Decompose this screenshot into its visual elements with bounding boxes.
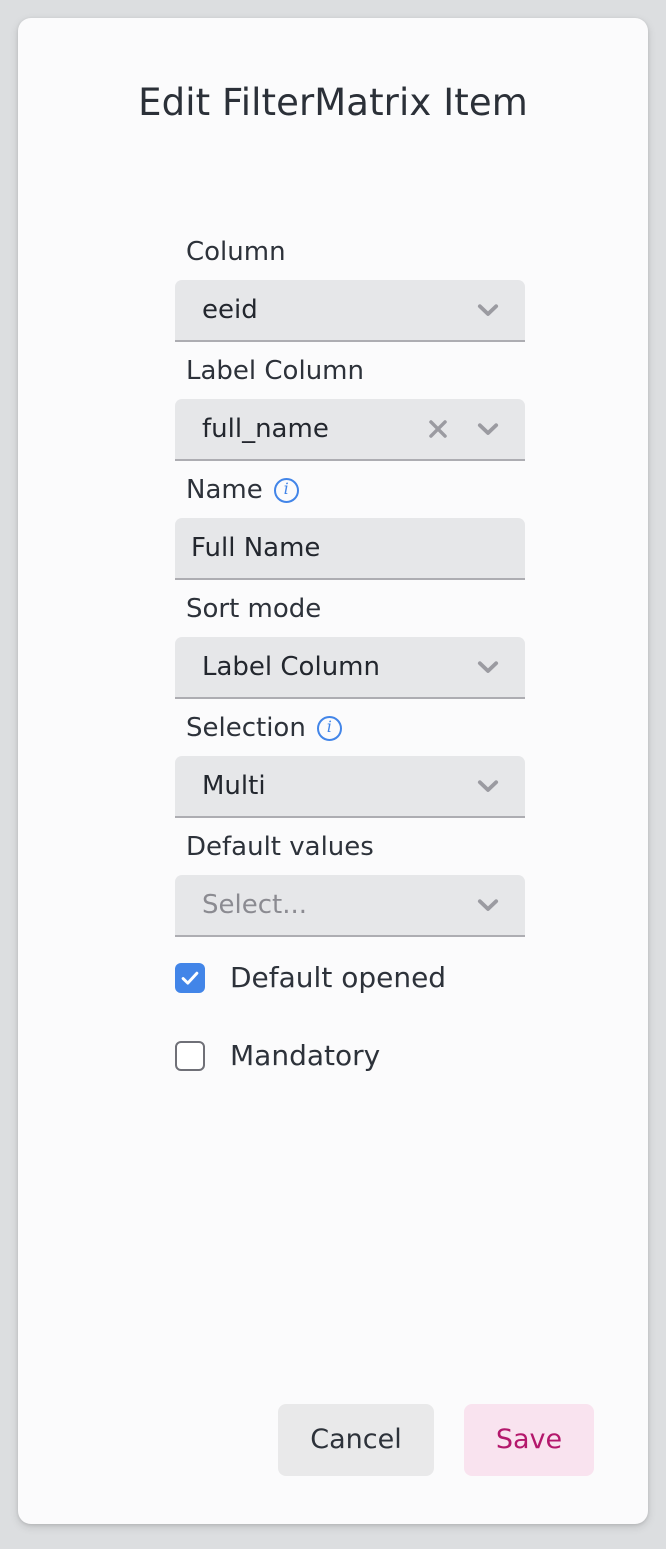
select-sort-mode[interactable]: Label Column [175, 637, 525, 699]
filtermatrix-form: Column eeid Label Column full_name Name i Full… [157, 236, 527, 1084]
field-label-column: Label Column full_name [157, 355, 527, 461]
text-input-name[interactable]: Full Name [175, 518, 525, 580]
select-default-values[interactable]: Select... [175, 875, 525, 937]
chevron-down-icon [477, 780, 499, 792]
field-column: Column eeid [157, 236, 527, 342]
info-icon[interactable]: i [316, 715, 342, 741]
info-icon-glyph: i [326, 717, 332, 736]
info-icon-glyph: i [283, 479, 289, 498]
info-icon[interactable]: i [273, 477, 299, 503]
label-text: Name [186, 475, 263, 505]
field-label-label-column: Label Column [157, 355, 527, 387]
label-text: Sort mode [186, 594, 322, 624]
save-button[interactable]: Save [464, 1404, 594, 1476]
field-value: Multi [202, 771, 266, 801]
select-selection[interactable]: Multi [175, 756, 525, 818]
chevron-down-icon [477, 661, 499, 673]
cancel-button[interactable]: Cancel [278, 1404, 434, 1476]
field-label-column: Column [157, 236, 527, 268]
field-value: Label Column [202, 652, 380, 682]
checkbox-unchecked-icon[interactable] [175, 1041, 205, 1071]
select-column[interactable]: eeid [175, 280, 525, 342]
field-value: full_name [202, 414, 329, 444]
checkbox-mandatory[interactable]: Mandatory [175, 1028, 527, 1084]
field-label-default-values: Default values [157, 831, 527, 863]
label-text: Default values [186, 832, 374, 862]
checkbox-default-opened[interactable]: Default opened [175, 950, 527, 1006]
select-placeholder: Select... [202, 890, 308, 920]
dialog-actions: Cancel Save [18, 1404, 648, 1476]
field-default-values: Default values Select... [157, 831, 527, 937]
edit-filtermatrix-item-dialog: Edit FilterMatrix Item Column eeid Label C… [18, 18, 648, 1524]
field-label-selection: Selection i [157, 712, 527, 744]
select-adornments [473, 890, 525, 920]
checkbox-label: Default opened [230, 961, 447, 994]
field-selection: Selection i Multi [157, 712, 527, 818]
select-adornments [473, 771, 525, 801]
label-text: Label Column [186, 356, 364, 386]
select-adornments [473, 295, 525, 325]
check-icon [181, 971, 199, 985]
chevron-down-icon [477, 304, 499, 316]
label-text: Selection [186, 713, 306, 743]
dialog-title: Edit FilterMatrix Item [138, 81, 528, 124]
checkbox-label: Mandatory [230, 1039, 381, 1072]
field-name: Name i Full Name [157, 474, 527, 580]
label-text: Column [186, 237, 286, 267]
checkbox-checked-icon[interactable] [175, 963, 205, 993]
field-label-sort-mode: Sort mode [157, 593, 527, 625]
field-value: Full Name [191, 533, 321, 563]
select-adornments [473, 652, 525, 682]
field-value: eeid [202, 295, 258, 325]
field-label-name: Name i [157, 474, 527, 506]
select-label-column[interactable]: full_name [175, 399, 525, 461]
field-sort-mode: Sort mode Label Column [157, 593, 527, 699]
chevron-down-icon [477, 899, 499, 911]
chevron-down-icon [477, 423, 499, 435]
select-adornments [425, 414, 525, 444]
clear-icon[interactable] [425, 416, 451, 442]
